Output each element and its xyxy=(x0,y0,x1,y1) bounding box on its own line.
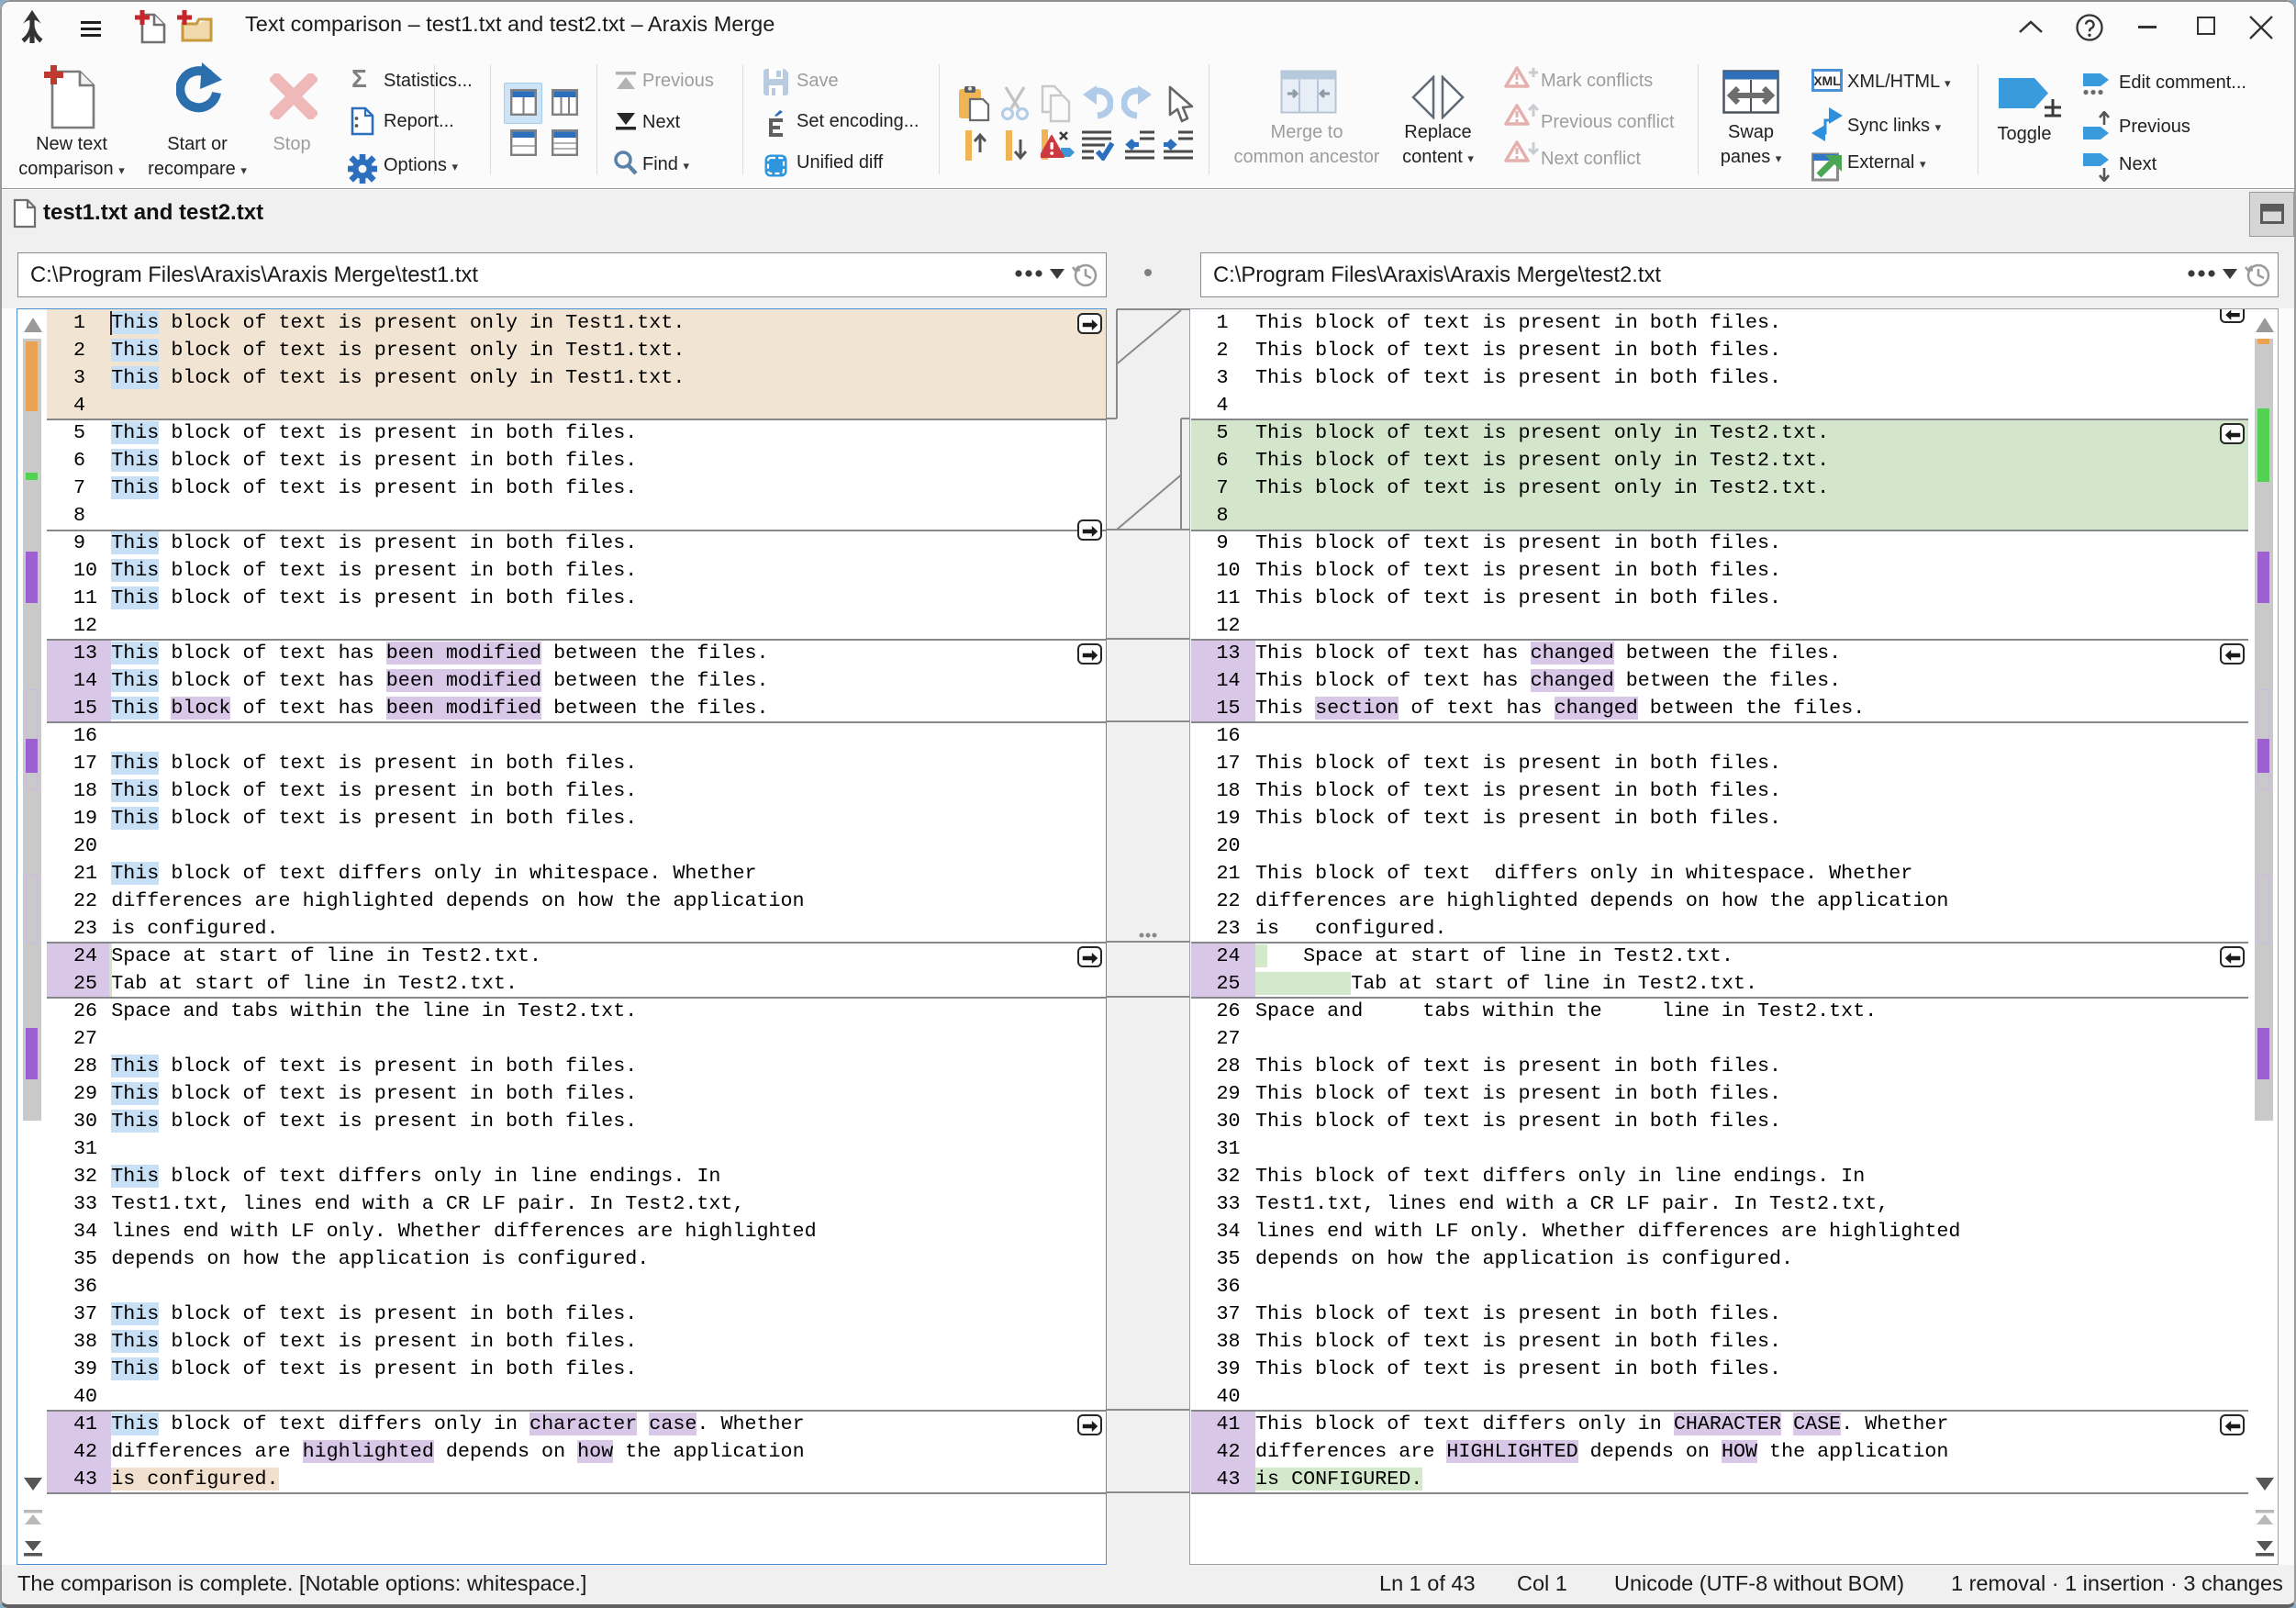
svg-text:XML: XML xyxy=(1813,73,1841,88)
